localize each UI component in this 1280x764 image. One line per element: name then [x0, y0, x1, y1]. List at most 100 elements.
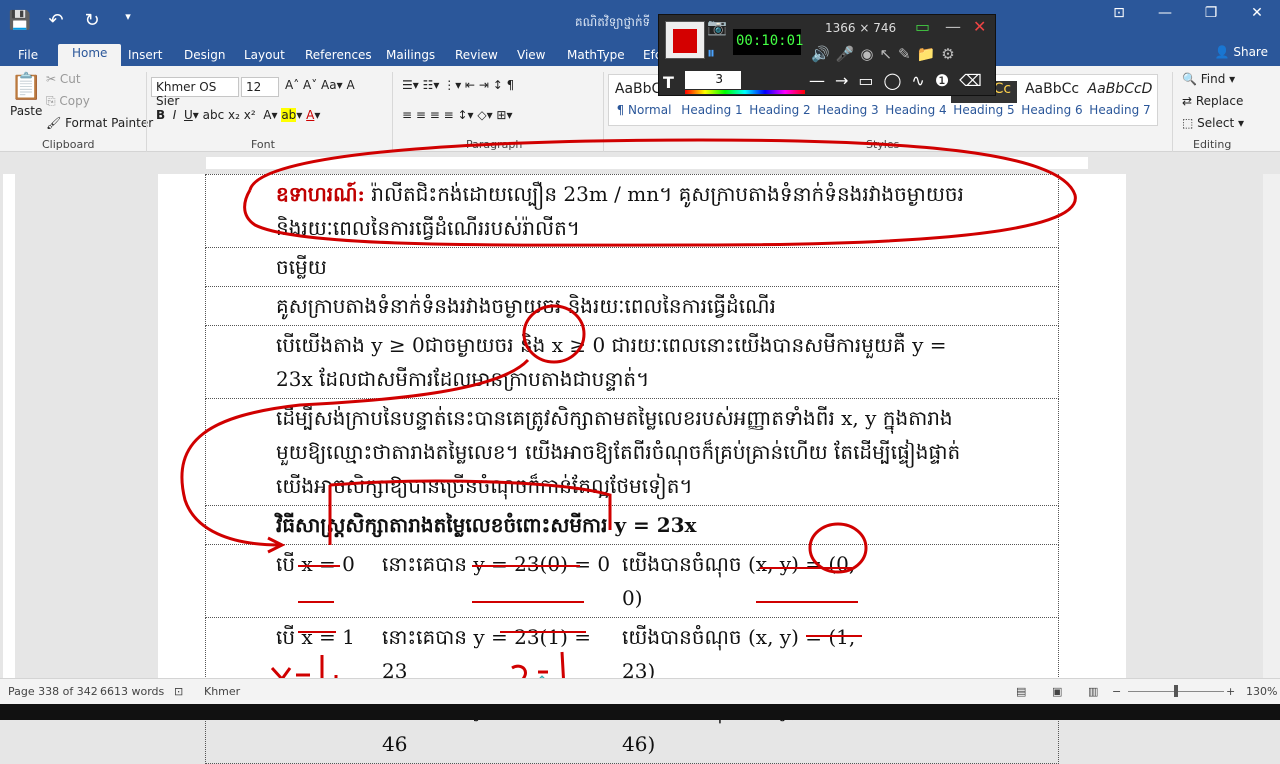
pause-icon[interactable]: ⏸: [707, 43, 715, 63]
paste-icon[interactable]: 📋: [10, 72, 42, 102]
copy-button[interactable]: ⎘ Copy: [46, 94, 90, 109]
page-count[interactable]: Page 338 of 342: [8, 685, 98, 698]
ribbon-tabs: File Home Insert Design Layout Reference…: [0, 44, 1280, 66]
format-painter-button[interactable]: 🖌 Format Painter: [46, 116, 153, 130]
ruler-bar: [206, 157, 1088, 169]
quick-access-toolbar: 💾 ↶ ↻ ▾: [8, 10, 140, 31]
redo-icon[interactable]: ↻: [80, 10, 104, 31]
text-tool-icon[interactable]: T: [663, 73, 674, 92]
minimize-icon[interactable]: —: [945, 17, 961, 36]
tab-file[interactable]: File: [18, 46, 38, 66]
list-buttons[interactable]: ☰▾ ☷▾ ⋮▾ ⇤ ⇥ ↕ ¶: [402, 78, 514, 92]
replace-label: Replace: [1195, 94, 1244, 108]
example-text: រ៉ាលីតជិះកង់ដោយល្បឿន 23m / mn។ គូសក្រាបត…: [276, 182, 964, 240]
close-button[interactable]: ✕: [1234, 0, 1280, 30]
tab-view[interactable]: View: [517, 46, 545, 66]
horizontal-ruler[interactable]: [0, 152, 1280, 174]
table-cell[interactable]: ឧទាហរណ៍: រ៉ាលីតជិះកង់ដោយល្បឿន 23m / mn។ …: [205, 174, 1059, 248]
vertical-ruler[interactable]: [0, 174, 18, 678]
tab-review[interactable]: Review: [455, 46, 498, 66]
screen-recorder-toolbar: 📷 ⏸ 00:10:01 1366 × 746 ▭ — ✕ 🔊🎤◉↖✎📁⚙ T …: [658, 14, 996, 96]
paste-button[interactable]: Paste: [10, 104, 42, 118]
font-name-combo[interactable]: Khmer OS Sier: [151, 77, 239, 108]
tab-references[interactable]: References: [305, 46, 372, 66]
window-controls: ⊡ — ❐ ✕: [1096, 0, 1280, 30]
content-table: ឧទាហរណ៍: រ៉ាលីតជិះកង់ដោយល្បឿន 23m / mn។ …: [205, 174, 1059, 764]
read-mode-icon[interactable]: ▤: [1016, 685, 1026, 698]
find-label: Find: [1200, 72, 1226, 86]
close-icon[interactable]: ✕: [973, 17, 986, 36]
shape-tool-icons[interactable]: —→▭◯∿❶⌫: [809, 71, 992, 90]
copy-label: Copy: [59, 94, 90, 108]
save-icon[interactable]: 💾: [8, 10, 32, 31]
group-separator: [146, 72, 147, 152]
cut-label: Cut: [59, 72, 81, 86]
answer-line-2[interactable]: បើយើងតាង y ≥ 0ជាចម្ងាយចរ និង x ≥ 0 ជារយៈ…: [205, 325, 1059, 399]
group-separator: [392, 72, 393, 152]
answer-line-1[interactable]: គូសក្រាបតាងទំនាក់ទំនងរវាងចម្ងាយចរ និងរយៈ…: [205, 286, 1059, 326]
share-button[interactable]: 👤 Share: [1215, 45, 1268, 59]
calc-result: នោះគេបាន y = 23(0) = 0: [382, 552, 611, 576]
vertical-scrollbar[interactable]: [1263, 174, 1280, 678]
style-heading-6[interactable]: AaBbCc Heading 6: [1019, 81, 1085, 117]
group-separator: [1172, 72, 1173, 152]
calc-condition: បើ x = 0: [276, 552, 355, 576]
calc-row[interactable]: បើ x = 0 នោះគេបាន y = 23(0) = 0 យើងបានចំណុ…: [205, 544, 1059, 618]
editing-group-label: Editing: [1193, 138, 1232, 151]
zoom-in-icon[interactable]: +: [1226, 685, 1235, 698]
alignment-buttons[interactable]: ≡ ≡ ≡ ≡ ↕▾ ◇▾ ⊞▾: [402, 108, 513, 122]
record-button[interactable]: [665, 21, 705, 59]
proofing-icon[interactable]: ⊡: [174, 685, 183, 698]
clipboard-group-label: Clipboard: [42, 138, 95, 151]
print-layout-icon[interactable]: ▣: [1052, 685, 1062, 698]
zoom-level[interactable]: 130%: [1246, 685, 1277, 698]
table-row: គូសក្រាបតាងទំនាក់ទំនងរវាងចម្ងាយចរ និងរយៈ…: [205, 286, 1059, 326]
ribbon-options-icon[interactable]: ⊡: [1096, 0, 1142, 30]
taskbar: [0, 704, 1280, 720]
cut-button[interactable]: ✂ Cut: [46, 72, 81, 86]
zoom-slider-thumb[interactable]: [1174, 685, 1178, 697]
format-painter-label: Format Painter: [65, 116, 154, 130]
customize-icon[interactable]: ▾: [116, 10, 140, 31]
web-layout-icon[interactable]: ▥: [1088, 685, 1098, 698]
tab-home[interactable]: Home: [58, 44, 122, 66]
tab-mathtype[interactable]: MathType: [567, 46, 625, 66]
undo-icon[interactable]: ↶: [44, 10, 68, 31]
vruler-bar: [3, 174, 15, 678]
format-buttons[interactable]: B I U▾ abc x₂ x² A▾ ab▾ A▾: [156, 108, 320, 122]
style-heading-7[interactable]: AaBbCcD Heading 7: [1087, 81, 1153, 117]
answer-line-3[interactable]: ដើម្បីសង់ក្រាបនៃបន្ទាត់នេះបានគេត្រូវសិក្…: [205, 398, 1059, 506]
minimize-button[interactable]: —: [1142, 0, 1188, 30]
title-bar: 💾 ↶ ↻ ▾ គណិតវិទ្យាថ្នាក់ទី ⊡ — ❐ ✕: [0, 0, 1280, 44]
find-button[interactable]: 🔍 Find ▾: [1182, 72, 1235, 86]
tab-design[interactable]: Design: [184, 46, 225, 66]
table-row: បើ x = 0 នោះគេបាន y = 23(0) = 0 យើងបានចំណុ…: [205, 544, 1059, 618]
grow-shrink-font-icons[interactable]: A˄ A˅ Aa▾ A: [285, 78, 355, 92]
styles-group-label: Styles: [866, 138, 900, 151]
font-size-combo[interactable]: 12: [241, 77, 279, 97]
tab-layout[interactable]: Layout: [244, 46, 285, 66]
pen-size-input[interactable]: 3: [685, 71, 741, 89]
zoom-out-icon[interactable]: −: [1112, 685, 1121, 698]
answer-label[interactable]: ចម្លើយ: [205, 247, 1059, 287]
window-icon[interactable]: ▭: [915, 17, 930, 36]
restore-button[interactable]: ❐: [1188, 0, 1234, 30]
paragraph-group-label: Paragraph: [466, 138, 523, 151]
select-button[interactable]: ⬚ Select ▾: [1182, 116, 1244, 130]
table-row: ដើម្បីសង់ក្រាបនៃបន្ទាត់នេះបានគេត្រូវសិក្…: [205, 398, 1059, 506]
method-heading[interactable]: វិធីសាស្ត្រសិក្សាតារាងតម្លៃលេខចំពោះសមីកា…: [205, 505, 1059, 545]
example-label: ឧទាហរណ៍:: [276, 182, 365, 206]
ribbon: 📋 Paste ✂ Cut ⎘ Copy 🖌 Format Painter Cl…: [0, 66, 1280, 152]
recording-timer: 00:10:01: [733, 29, 803, 55]
language-indicator[interactable]: Khmer: [204, 685, 240, 698]
tool-icons[interactable]: 🔊🎤◉↖✎📁⚙: [811, 45, 961, 63]
camera-icon[interactable]: 📷: [707, 17, 727, 36]
color-palette[interactable]: [685, 90, 805, 94]
table-row: វិធីសាស្ត្រសិក្សាតារាងតម្លៃលេខចំពោះសមីកា…: [205, 505, 1059, 545]
word-count[interactable]: 6613 words: [100, 685, 164, 698]
replace-button[interactable]: ⇄ Replace: [1182, 94, 1243, 108]
document-page[interactable]: ឧទាហរណ៍: រ៉ាលីតជិះកង់ដោយល្បឿន 23m / mn។ …: [158, 174, 1126, 764]
tab-insert[interactable]: Insert: [128, 46, 162, 66]
record-icon: [673, 29, 697, 53]
tab-mailings[interactable]: Mailings: [386, 46, 435, 66]
